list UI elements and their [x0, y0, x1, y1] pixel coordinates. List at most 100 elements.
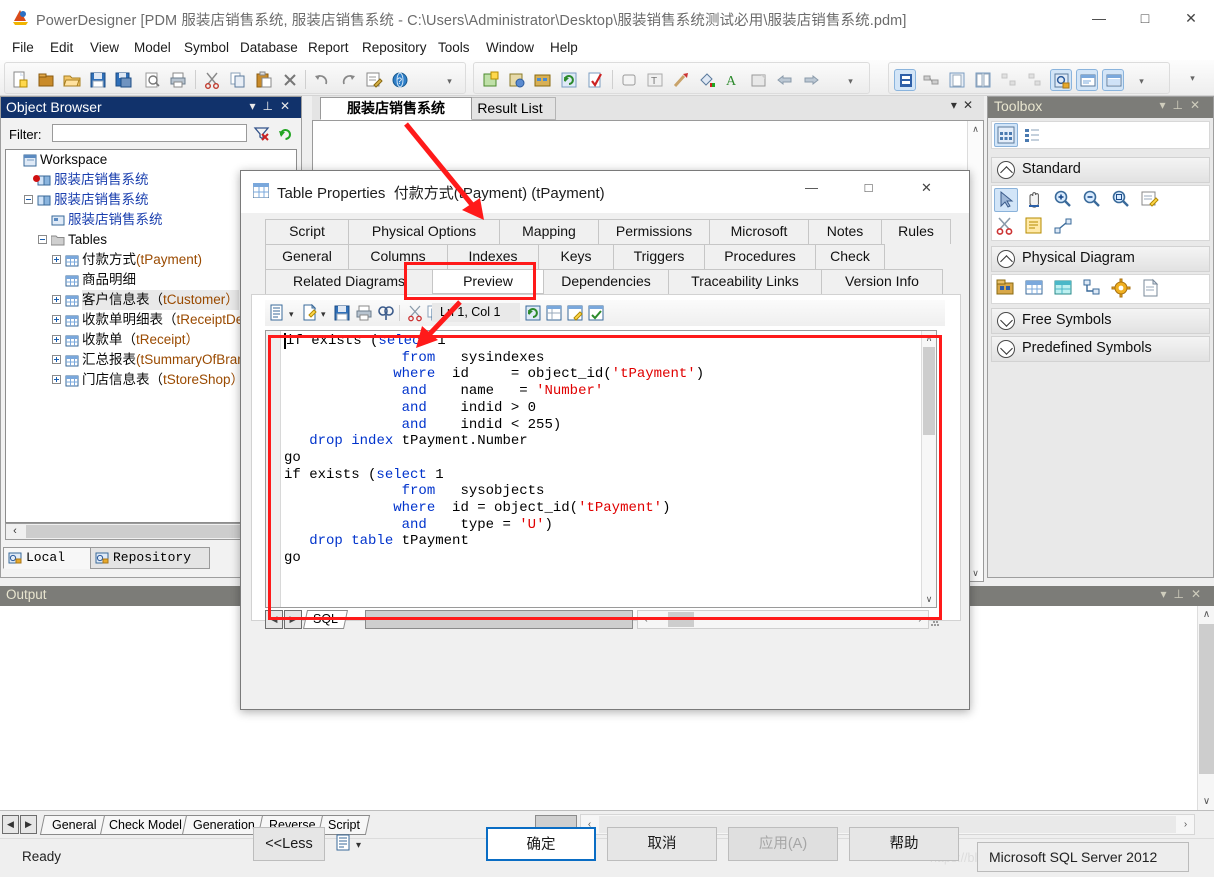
sql-editor[interactable]: if exists (select 1 from sysindexes wher…	[265, 330, 937, 608]
chevron-down-icon[interactable]: ▾	[356, 840, 361, 851]
expand-plus-icon[interactable]	[52, 255, 61, 264]
dialog-tab-procedures[interactable]: Procedures	[704, 244, 816, 269]
find-icon[interactable]	[377, 304, 395, 322]
file-icon[interactable]	[1139, 277, 1163, 301]
folder-up-icon[interactable]	[748, 69, 770, 91]
dialog-tab-mapping[interactable]: Mapping	[499, 219, 599, 244]
check-model-icon[interactable]	[584, 69, 606, 91]
package-icon[interactable]	[994, 277, 1018, 301]
chevron-down-icon[interactable]: ▾	[321, 309, 326, 320]
save-all-icon[interactable]	[113, 69, 135, 91]
dialog-maximize-button[interactable]: □	[846, 171, 891, 204]
sql-tab-next-button[interactable]: ▶	[284, 610, 302, 629]
menu-item-file[interactable]: File	[6, 39, 40, 57]
dialog-tab-traceability-links[interactable]: Traceability Links	[668, 269, 822, 294]
save-icon[interactable]	[333, 304, 351, 322]
less-button[interactable]: <<Less	[253, 827, 325, 861]
toolbox-window-buttons[interactable]: ▾⊥✕	[1159, 98, 1207, 112]
dialog-tab-preview[interactable]: Preview	[432, 269, 544, 294]
single-page-icon[interactable]	[946, 69, 968, 91]
document-tabbar-buttons[interactable]: ▾✕	[951, 98, 979, 112]
new-model-icon[interactable]	[9, 69, 31, 91]
sql-tab[interactable]: SQL	[302, 610, 349, 629]
object-browser-window-buttons[interactable]: ▾⊥✕	[249, 99, 297, 113]
print-icon[interactable]	[167, 69, 189, 91]
view-icon[interactable]	[1052, 277, 1076, 301]
refresh-icon[interactable]	[277, 125, 294, 142]
properties-grid-icon[interactable]	[545, 304, 563, 322]
cancel-button[interactable]: 取消	[607, 827, 717, 861]
dialog-tab-dependencies[interactable]: Dependencies	[543, 269, 669, 294]
browser-toggle-icon[interactable]	[1050, 69, 1072, 91]
pointer-icon[interactable]	[994, 188, 1018, 212]
toolbox-section-standard[interactable]: Standard	[991, 157, 1210, 183]
tab-nav-buttons[interactable]: ◀ ▶	[2, 815, 38, 834]
note-icon[interactable]	[1023, 215, 1047, 239]
resize-grip-icon[interactable]	[931, 614, 939, 626]
properties-icon[interactable]	[363, 69, 385, 91]
new-package-icon[interactable]	[35, 69, 57, 91]
output-toggle-icon[interactable]	[1076, 69, 1098, 91]
link-icon[interactable]	[1052, 215, 1076, 239]
document-tab[interactable]: 服装店销售系统	[320, 97, 472, 120]
output-window-buttons[interactable]: ▾⊥✕	[1160, 587, 1208, 601]
print-preview-icon[interactable]	[141, 69, 163, 91]
hierarchy-view-icon[interactable]	[1024, 69, 1046, 91]
dialog-tab-indexes[interactable]: Indexes	[447, 244, 539, 269]
chevron-down-icon[interactable]: ▾	[289, 309, 294, 320]
cut-icon[interactable]	[201, 69, 223, 91]
dependency-view-icon[interactable]	[920, 69, 942, 91]
paste-icon[interactable]	[253, 69, 275, 91]
sql-hscrollbar[interactable]: ‹ ›	[637, 610, 929, 629]
save-icon[interactable]	[87, 69, 109, 91]
format-brush-icon[interactable]	[670, 69, 692, 91]
browser-tab-local[interactable]: Local	[3, 547, 91, 569]
expand-plus-icon[interactable]	[52, 355, 61, 364]
properties-icon[interactable]	[1139, 188, 1163, 212]
table-icon[interactable]	[1023, 277, 1047, 301]
shape-rect-icon[interactable]	[618, 69, 640, 91]
menu-item-window[interactable]: Window	[480, 39, 540, 57]
zoom-in-icon[interactable]	[1052, 188, 1076, 212]
toolbox-section-free-symbols[interactable]: Free Symbols	[991, 308, 1210, 334]
collapse-minus-icon[interactable]	[38, 235, 47, 244]
document-tab[interactable]: Result List	[464, 97, 556, 120]
output-tab-general[interactable]: General	[39, 815, 109, 835]
dialog-tab-columns[interactable]: Columns	[348, 244, 448, 269]
expand-plus-icon[interactable]	[52, 335, 61, 344]
dialog-minimize-button[interactable]: —	[789, 171, 834, 204]
tree-item[interactable]: Workspace	[6, 150, 296, 170]
split-view-icon[interactable]	[972, 69, 994, 91]
redo-icon[interactable]	[337, 69, 359, 91]
dialog-tab-check[interactable]: Check	[815, 244, 885, 269]
print-icon[interactable]	[355, 304, 373, 322]
help-button[interactable]: 帮助	[849, 827, 959, 861]
toolbar-overflow-icon[interactable]: ▾	[1188, 74, 1197, 87]
refresh-model-icon[interactable]	[558, 69, 580, 91]
database-icon[interactable]	[532, 69, 554, 91]
script-menu-icon[interactable]	[335, 834, 353, 852]
refresh-icon[interactable]	[524, 304, 542, 322]
zoom-area-icon[interactable]	[1110, 188, 1134, 212]
menu-item-repository[interactable]: Repository	[356, 39, 433, 57]
ok-button[interactable]: 确定	[486, 827, 596, 861]
expand-plus-icon[interactable]	[52, 375, 61, 384]
new-diagram-icon[interactable]	[480, 69, 502, 91]
menu-item-edit[interactable]: Edit	[44, 39, 79, 57]
dialog-tab-physical-options[interactable]: Physical Options	[348, 219, 500, 244]
tree-view-icon[interactable]	[998, 69, 1020, 91]
text-frame-icon[interactable]: T	[644, 69, 666, 91]
filter-clear-icon[interactable]	[253, 125, 270, 142]
sql-tab-prev-button[interactable]: ◀	[265, 610, 283, 629]
dialog-tab-microsoft[interactable]: Microsoft	[709, 219, 809, 244]
window-maximize-button[interactable]: □	[1122, 0, 1168, 34]
help-globe-icon[interactable]: ?	[389, 69, 411, 91]
dialog-close-button[interactable]: ✕	[904, 171, 949, 204]
delete-icon[interactable]	[279, 69, 301, 91]
undo-icon[interactable]	[311, 69, 333, 91]
nav-back-icon[interactable]	[774, 69, 796, 91]
dialog-tab-general[interactable]: General	[265, 244, 349, 269]
editor-menu-icon[interactable]	[269, 304, 287, 322]
list-view-icon[interactable]	[1021, 123, 1045, 147]
diagram-view-icon[interactable]	[894, 69, 916, 91]
